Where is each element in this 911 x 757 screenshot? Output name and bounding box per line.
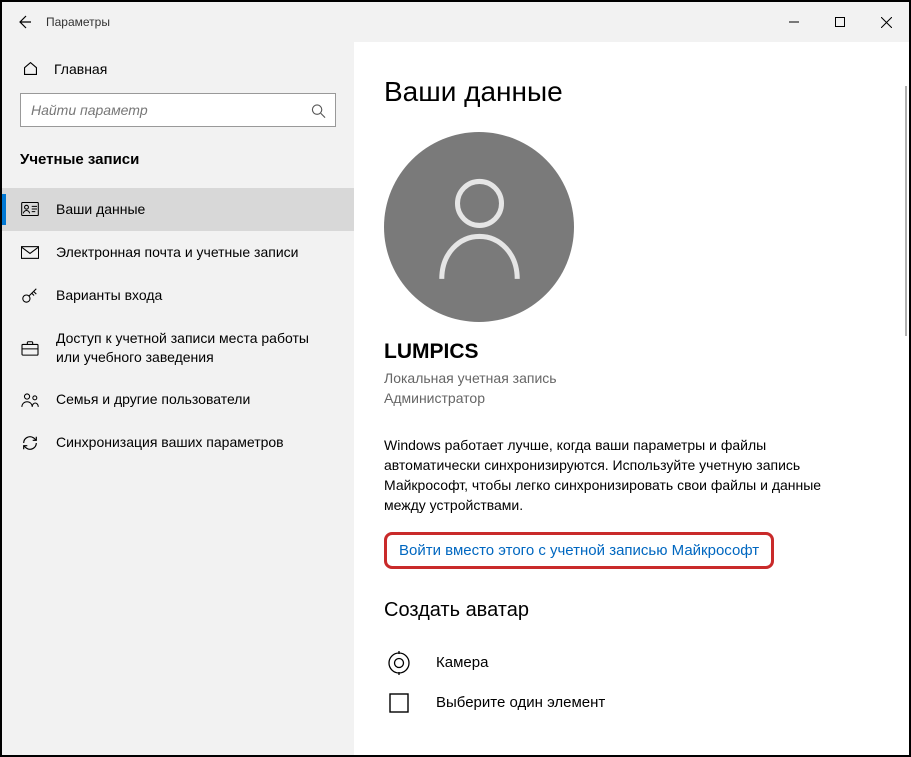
home-icon <box>20 60 40 77</box>
sidebar-item-label: Синхронизация ваших параметров <box>56 433 336 452</box>
highlight-frame: Войти вместо этого с учетной записью Май… <box>384 532 774 569</box>
option-label: Выберите один элемент <box>436 694 605 711</box>
window-title: Параметры <box>46 15 110 29</box>
maximize-icon <box>835 17 845 27</box>
sidebar-item-signin-options[interactable]: Варианты входа <box>2 274 354 317</box>
close-button[interactable] <box>863 2 909 42</box>
arrow-left-icon <box>16 14 32 30</box>
close-icon <box>881 17 892 28</box>
people-icon <box>20 392 40 408</box>
sidebar-item-work-access[interactable]: Доступ к учетной записи места работы или… <box>2 317 354 379</box>
titlebar: Параметры <box>2 2 909 42</box>
minimize-button[interactable] <box>771 2 817 42</box>
sidebar-item-email[interactable]: Электронная почта и учетные записи <box>2 231 354 274</box>
search-input[interactable] <box>20 93 336 127</box>
sidebar-item-sync[interactable]: Синхронизация ваших параметров <box>2 421 354 464</box>
content-area: Ваши данные LUMPICS Локальная учетная за… <box>354 42 909 755</box>
briefcase-icon <box>20 340 40 356</box>
minimize-icon <box>789 17 799 27</box>
maximize-button[interactable] <box>817 2 863 42</box>
mail-icon <box>20 246 40 259</box>
sidebar-home-label: Главная <box>54 61 107 77</box>
account-type: Локальная учетная запись <box>384 368 879 388</box>
user-card-icon <box>20 202 40 216</box>
sidebar-item-label: Ваши данные <box>56 200 336 219</box>
sync-description: Windows работает лучше, когда ваши парам… <box>384 435 864 516</box>
sidebar-item-label: Варианты входа <box>56 286 336 305</box>
scrollbar-thumb[interactable] <box>905 86 907 336</box>
option-label: Камера <box>436 654 488 671</box>
sidebar-item-your-info[interactable]: Ваши данные <box>2 188 354 231</box>
option-browse[interactable]: Выберите один элемент <box>384 684 879 722</box>
username: LUMPICS <box>384 340 879 364</box>
back-button[interactable] <box>2 2 46 42</box>
sidebar-item-label: Семья и другие пользователи <box>56 390 336 409</box>
window-controls <box>771 2 909 42</box>
option-camera[interactable]: Камера <box>384 642 879 684</box>
browse-icon <box>384 692 414 714</box>
sidebar-item-label: Электронная почта и учетные записи <box>56 243 336 262</box>
sync-icon <box>20 434 40 452</box>
sidebar-category: Учетные записи <box>2 143 354 188</box>
sign-in-microsoft-link[interactable]: Войти вместо этого с учетной записью Май… <box>399 542 759 559</box>
scrollbar[interactable] <box>905 86 909 749</box>
sidebar: Главная Учетные записи Ваши данные Элект… <box>2 42 354 755</box>
account-role: Администратор <box>384 388 879 408</box>
camera-icon <box>384 650 414 676</box>
search-icon[interactable] <box>311 104 326 122</box>
create-avatar-heading: Создать аватар <box>384 599 879 622</box>
key-icon <box>20 286 40 304</box>
user-icon <box>432 172 527 282</box>
sidebar-item-label: Доступ к учетной записи места работы или… <box>56 329 336 367</box>
avatar <box>384 132 574 322</box>
sidebar-item-family[interactable]: Семья и другие пользователи <box>2 378 354 421</box>
sidebar-home[interactable]: Главная <box>2 50 354 85</box>
page-title: Ваши данные <box>384 76 879 108</box>
search-wrap <box>2 85 354 143</box>
